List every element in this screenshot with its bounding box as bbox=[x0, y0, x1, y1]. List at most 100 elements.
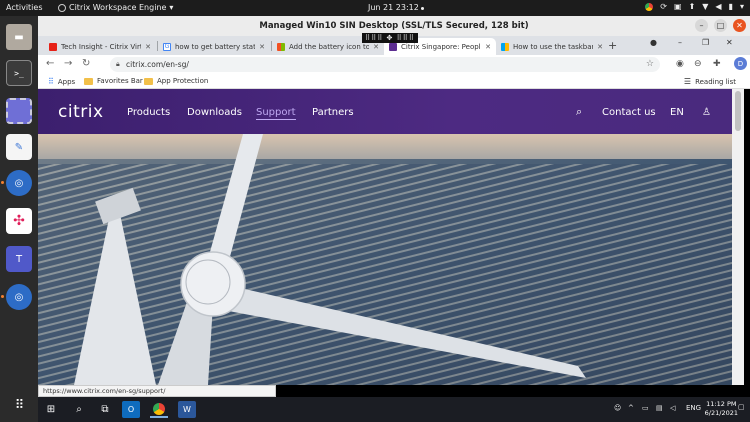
window-controls: – □ ✕ bbox=[695, 19, 746, 32]
bookmark-star-icon[interactable]: ☆ bbox=[646, 59, 654, 69]
close-tab-icon[interactable]: ✕ bbox=[145, 43, 151, 51]
extension-icon[interactable]: ⊖ bbox=[694, 59, 702, 69]
new-tab-button[interactable]: + bbox=[608, 39, 617, 52]
clock-label: Jun 21 23:12 bbox=[368, 3, 419, 12]
close-tab-icon[interactable]: ✕ bbox=[259, 43, 265, 51]
text-editor-icon[interactable]: ✎ bbox=[6, 134, 32, 160]
tab-1[interactable]: Tech Insight - Citrix Virtual ✕ bbox=[44, 38, 156, 55]
citrix-window-title: Managed Win10 SIN Desktop (SSL/TLS Secur… bbox=[259, 21, 529, 31]
slack-icon[interactable]: ✣ bbox=[6, 208, 32, 234]
chevron-down-icon: ▾ bbox=[169, 3, 174, 12]
minimize-icon[interactable]: – bbox=[678, 38, 682, 47]
apps-grid-icon: ⠿ bbox=[48, 77, 54, 86]
terminal-icon[interactable]: >_ bbox=[6, 60, 32, 86]
battery-icon[interactable]: ▭ bbox=[642, 404, 649, 412]
address-bar[interactable]: 🔒︎ citrix.com/en-sg/ ☆ bbox=[110, 57, 660, 72]
volume-icon: ◀ bbox=[715, 2, 722, 11]
citrix-workspace-icon[interactable]: ◎ bbox=[1, 170, 32, 196]
citrix-logo[interactable]: citrix bbox=[58, 102, 104, 122]
nav-support[interactable]: Support bbox=[256, 107, 296, 120]
activities-button[interactable]: Activities bbox=[6, 3, 43, 12]
youtube-icon bbox=[49, 42, 57, 51]
back-icon[interactable]: ← bbox=[46, 58, 54, 69]
input-language[interactable]: ENG bbox=[686, 404, 701, 412]
updates-icon[interactable]: ⬆ bbox=[689, 2, 696, 11]
bookmark-apps[interactable]: ⠿ Apps bbox=[48, 77, 75, 86]
turbine-hub bbox=[180, 251, 246, 317]
maximize-button[interactable]: □ bbox=[714, 19, 727, 32]
hero-illustration bbox=[38, 134, 732, 385]
search-icon[interactable]: ⌕ bbox=[70, 401, 88, 418]
google-icon: G bbox=[163, 42, 171, 51]
forward-icon[interactable]: → bbox=[64, 58, 72, 69]
clock[interactable]: Jun 21 23:12 bbox=[368, 3, 424, 12]
language-selector[interactable]: EN bbox=[670, 107, 684, 118]
reload-icon[interactable]: ↻ bbox=[82, 58, 90, 69]
screenshot-icon[interactable]: ▣ bbox=[674, 2, 682, 11]
close-button[interactable]: ✕ bbox=[733, 19, 746, 32]
nav-partners[interactable]: Partners bbox=[312, 107, 354, 118]
folder-icon bbox=[144, 77, 153, 85]
search-icon[interactable]: ⌕ bbox=[576, 105, 582, 119]
contact-us-link[interactable]: Contact us bbox=[602, 107, 656, 118]
tab-label: Tech Insight - Citrix Virtual bbox=[61, 42, 141, 51]
profile-avatar[interactable]: D bbox=[734, 57, 747, 70]
site-nav: citrix Products Downloads Support Partne… bbox=[38, 89, 732, 134]
taskbar-clock[interactable]: 11:12 PM 6/21/2021 bbox=[705, 400, 738, 418]
bookmark-label: Apps bbox=[57, 77, 76, 86]
citrix-receiver-icon[interactable]: ◎ bbox=[1, 284, 32, 310]
taskbar-time: 11:12 PM bbox=[706, 400, 737, 408]
task-view-icon[interactable]: ⧉ bbox=[96, 401, 114, 418]
close-icon[interactable]: ✕ bbox=[726, 38, 733, 47]
people-icon[interactable]: ☺ bbox=[614, 404, 621, 412]
volume-icon[interactable]: ◁ bbox=[670, 404, 675, 412]
scroll-thumb[interactable] bbox=[735, 91, 741, 131]
bookmark-favorites[interactable]: Favorites Bar bbox=[84, 77, 143, 85]
folder-icon bbox=[84, 77, 93, 85]
microsoft-icon bbox=[277, 42, 285, 51]
system-tray[interactable]: ⟳ ▣ ⬆ ▼ ◀ ▮ ▾ bbox=[645, 2, 744, 11]
chevron-down-icon: ▾ bbox=[739, 2, 744, 11]
close-tab-icon[interactable]: ✕ bbox=[373, 43, 379, 51]
chrome-tray-icon[interactable] bbox=[645, 2, 654, 11]
lock-icon[interactable]: 🔒︎ bbox=[116, 60, 120, 69]
word-icon[interactable]: W bbox=[178, 401, 196, 418]
tab-2[interactable]: G how to get battery status ✕ bbox=[158, 38, 270, 55]
nav-downloads[interactable]: Downloads bbox=[187, 107, 242, 118]
sync-icon[interactable]: ⟳ bbox=[660, 2, 667, 11]
extension-icon[interactable]: ◉ bbox=[676, 59, 684, 69]
chrome-icon[interactable] bbox=[150, 401, 168, 418]
network-icon[interactable]: ▤ bbox=[656, 404, 663, 412]
close-tab-icon[interactable]: ✕ bbox=[485, 43, 491, 51]
windows-start-icon[interactable]: ⊞ bbox=[42, 401, 60, 418]
notifications-icon[interactable]: ▢ bbox=[738, 403, 745, 411]
minimize-button[interactable]: – bbox=[695, 19, 708, 32]
restore-icon[interactable]: ❐ bbox=[702, 38, 709, 47]
citrix-app-icon bbox=[58, 3, 66, 12]
desktop: Activities Citrix Workspace Engine ▾ Jun… bbox=[0, 0, 750, 422]
reading-list[interactable]: ☰ Reading list bbox=[684, 77, 736, 86]
bookmark-app-protection[interactable]: App Protection bbox=[144, 77, 208, 85]
screenshot-tool-icon[interactable] bbox=[6, 98, 32, 124]
close-tab-icon[interactable]: ✕ bbox=[597, 43, 603, 51]
microsoft-icon bbox=[501, 42, 509, 51]
tab-label: Citrix Singapore: People-c bbox=[401, 42, 481, 51]
show-applications-icon[interactable]: ⠿ bbox=[6, 392, 32, 418]
web-page: citrix Products Downloads Support Partne… bbox=[38, 89, 732, 385]
page-scrollbar[interactable] bbox=[732, 89, 744, 385]
teams-icon[interactable]: T bbox=[6, 246, 32, 272]
extensions-puzzle-icon[interactable]: ✚ bbox=[713, 59, 721, 69]
tab-search-icon[interactable]: ● bbox=[650, 38, 657, 47]
outlook-icon[interactable]: O bbox=[122, 401, 140, 418]
nav-products[interactable]: Products bbox=[127, 107, 170, 118]
citrix-toolbar-handle[interactable]: ⠿⠿⠿ ✥ ⠿⠿⠿ bbox=[362, 33, 418, 43]
tab-5[interactable]: How to use the taskbar in ✕ bbox=[496, 38, 608, 55]
account-icon[interactable]: ♙ bbox=[702, 107, 711, 118]
app-menu[interactable]: Citrix Workspace Engine ▾ bbox=[58, 3, 173, 12]
link-status-bubble: https://www.citrix.com/en-sg/support/ bbox=[38, 385, 276, 397]
tab-label: Add the battery icon to th bbox=[289, 42, 370, 51]
wifi-icon: ▼ bbox=[702, 2, 709, 11]
gnome-top-bar: Activities Citrix Workspace Engine ▾ Jun… bbox=[0, 0, 750, 16]
tray-chevron-icon[interactable]: ^ bbox=[628, 404, 634, 412]
files-icon[interactable]: ▬ bbox=[6, 24, 32, 50]
